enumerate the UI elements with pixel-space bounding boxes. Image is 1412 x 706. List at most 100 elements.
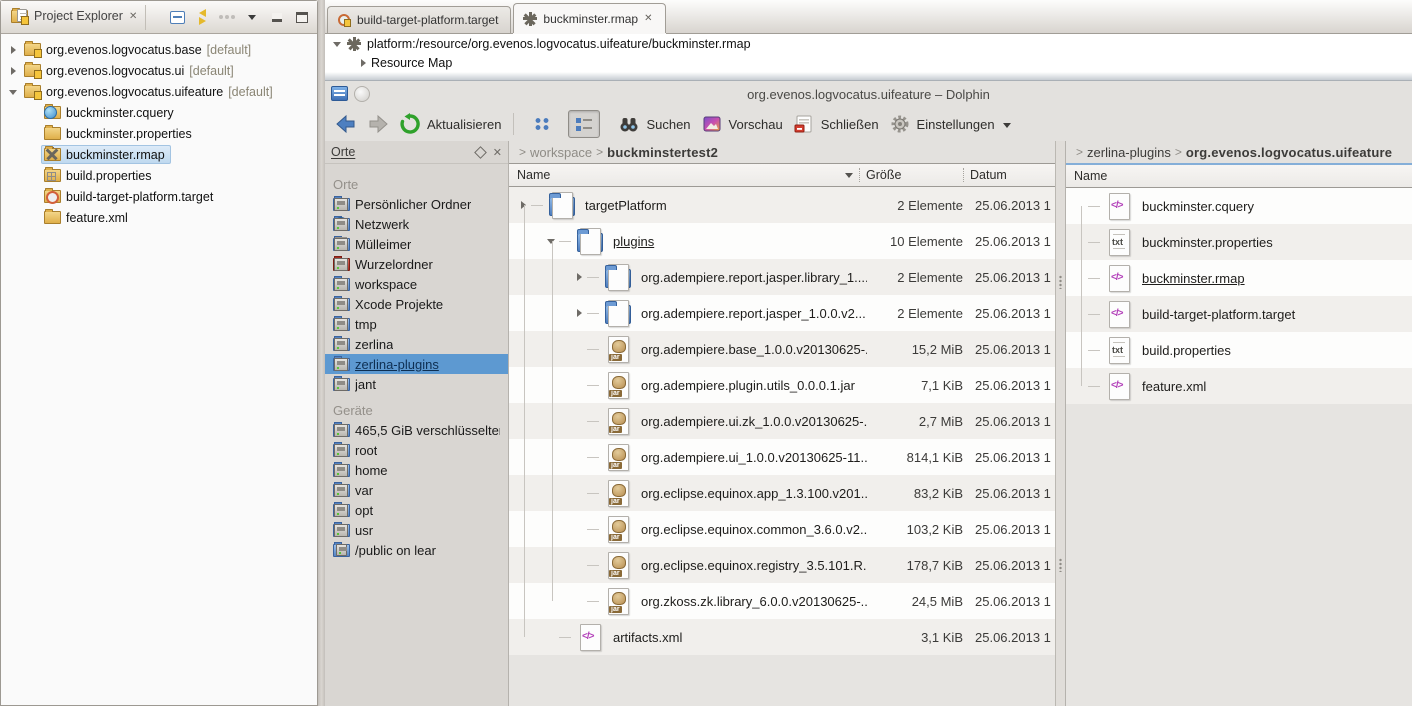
tree-item[interactable]: org.evenos.logvocatus.base [default] [3,39,315,60]
expander-icon[interactable] [27,148,41,162]
expander-icon[interactable] [27,127,41,141]
places-item[interactable]: zerlina-plugins [325,354,508,374]
file-row[interactable]: org.eclipse.equinox.app_1.3.100.v201... … [509,475,1055,511]
expander-icon[interactable] [573,414,587,428]
preview-button[interactable]: Vorschau [701,113,783,135]
file-row[interactable]: buckminster.cquery [1066,188,1412,224]
expander-icon[interactable] [7,85,21,99]
file-row[interactable]: build-target-platform.target [1066,296,1412,332]
forward-button[interactable] [367,113,389,135]
minimize-icon[interactable] [268,9,286,25]
float-panel-icon[interactable] [474,146,487,159]
places-item[interactable]: zerlina [325,334,508,354]
tab-close-icon[interactable]: ✕ [644,13,652,24]
panel-sash[interactable] [318,0,325,706]
file-row[interactable]: org.adempiere.report.jasper_1.0.0.v2... … [509,295,1055,331]
menu-circle-icon[interactable] [354,86,370,102]
places-item[interactable]: home [325,460,508,480]
places-item[interactable]: tmp [325,314,508,334]
outline-row[interactable]: platform:/resource/org.evenos.logvocatus… [325,34,1412,53]
link-with-editor-icon[interactable] [193,9,211,25]
file-row[interactable]: artifacts.xml 3,1 KiB 25.06.2013 1 [509,619,1055,655]
close-split-button[interactable]: Schließen [793,113,879,135]
maximize-icon[interactable] [293,9,311,25]
expander-icon[interactable] [545,630,559,644]
places-item[interactable]: Mülleimer [325,234,508,254]
view-menu-icon[interactable] [243,9,261,25]
column-name[interactable]: Name [509,168,859,182]
places-item[interactable]: var [325,480,508,500]
breadcrumb-part-current[interactable]: org.evenos.logvocatus.uifeature [1186,145,1392,160]
tree-item[interactable]: buckminster.cquery [3,102,315,123]
tree-item[interactable]: org.evenos.logvocatus.uifeature [default… [3,81,315,102]
project-explorer-tab[interactable]: Project Explorer ✕ [7,5,146,30]
file-row[interactable]: buckminster.properties [1066,224,1412,260]
places-item[interactable]: Persönlicher Ordner [325,194,508,214]
expander-icon[interactable] [7,64,21,78]
expander-icon[interactable] [27,211,41,225]
expander-icon[interactable] [573,342,587,356]
tree-item[interactable]: org.evenos.logvocatus.ui [default] [3,60,315,81]
places-item[interactable]: Xcode Projekte [325,294,508,314]
breadcrumb-part[interactable]: workspace [530,145,592,160]
places-item[interactable]: workspace [325,274,508,294]
expander-icon[interactable] [7,43,21,57]
outline-row[interactable]: Resource Map [325,53,1412,72]
file-row[interactable]: org.adempiere.report.jasper.library_1...… [509,259,1055,295]
expander-icon[interactable] [573,522,587,536]
expander-icon[interactable] [573,558,587,572]
tree-item[interactable]: feature.xml [3,207,315,228]
editor-tab[interactable]: buckminster.rmap ✕ [513,3,665,33]
places-item[interactable]: jant [325,374,508,394]
expander-icon[interactable] [573,306,587,320]
breadcrumb-part[interactable]: zerlina-plugins [1087,145,1171,160]
file-row[interactable]: targetPlatform 2 Elemente 25.06.2013 1 [509,187,1055,223]
expander-icon[interactable] [27,169,41,183]
tree-item[interactable]: buckminster.properties [3,123,315,144]
places-item[interactable]: Orte [325,174,508,194]
column-name[interactable]: Name [1066,169,1412,183]
file-row[interactable]: org.zkoss.zk.library_6.0.0.v20130625-...… [509,583,1055,619]
file-row[interactable]: org.eclipse.equinox.registry_3.5.101.R..… [509,547,1055,583]
places-item[interactable]: root [325,440,508,460]
places-item[interactable]: opt [325,500,508,520]
column-size[interactable]: Größe [859,168,963,182]
file-row[interactable]: org.eclipse.equinox.common_3.6.0.v2... 1… [509,511,1055,547]
breadcrumb-part-current[interactable]: buckminstertest2 [607,145,718,160]
expander-icon[interactable] [27,106,41,120]
file-row[interactable]: org.adempiere.base_1.0.0.v20130625-... 1… [509,331,1055,367]
file-row[interactable]: plugins 10 Elemente 25.06.2013 1 [509,223,1055,259]
expander-icon[interactable] [573,270,587,284]
places-item[interactable]: Netzwerk [325,214,508,234]
places-item[interactable]: /public on lear [325,540,508,560]
settings-button[interactable]: Einstellungen [889,113,1011,135]
collapse-all-icon[interactable] [168,9,186,25]
close-panel-icon[interactable]: ✕ [493,146,502,159]
back-button[interactable] [335,113,357,135]
places-item[interactable]: usr [325,520,508,540]
expander-icon[interactable] [573,486,587,500]
details-view-button[interactable] [568,110,600,138]
icons-view-button[interactable] [526,110,558,138]
refresh-button[interactable]: Aktualisieren [399,113,501,135]
file-row[interactable]: org.adempiere.ui.zk_1.0.0.v20130625-... … [509,403,1055,439]
view-close-icon[interactable]: ✕ [129,11,137,22]
file-row[interactable]: org.adempiere.ui_1.0.0.v20130625-11... 8… [509,439,1055,475]
expander-icon[interactable] [573,594,587,608]
file-row[interactable]: buckminster.rmap [1066,260,1412,296]
expander-icon[interactable] [27,190,41,204]
tree-item[interactable]: build-target-platform.target [3,186,315,207]
view-splitter[interactable] [1055,141,1065,706]
expander-icon[interactable] [357,56,371,70]
editor-tab[interactable]: build-target-platform.target [327,6,511,33]
expander-icon[interactable] [573,450,587,464]
tree-item[interactable]: build.properties [3,165,315,186]
search-button[interactable]: Suchen [618,113,690,135]
file-row[interactable]: feature.xml [1066,368,1412,404]
more-actions-icon[interactable] [218,9,236,25]
dolphin-app-icon[interactable] [331,86,348,101]
column-date[interactable]: Datum [963,168,1055,182]
expander-icon[interactable] [573,378,587,392]
file-row[interactable]: build.properties [1066,332,1412,368]
tree-item[interactable]: buckminster.rmap [3,144,315,165]
